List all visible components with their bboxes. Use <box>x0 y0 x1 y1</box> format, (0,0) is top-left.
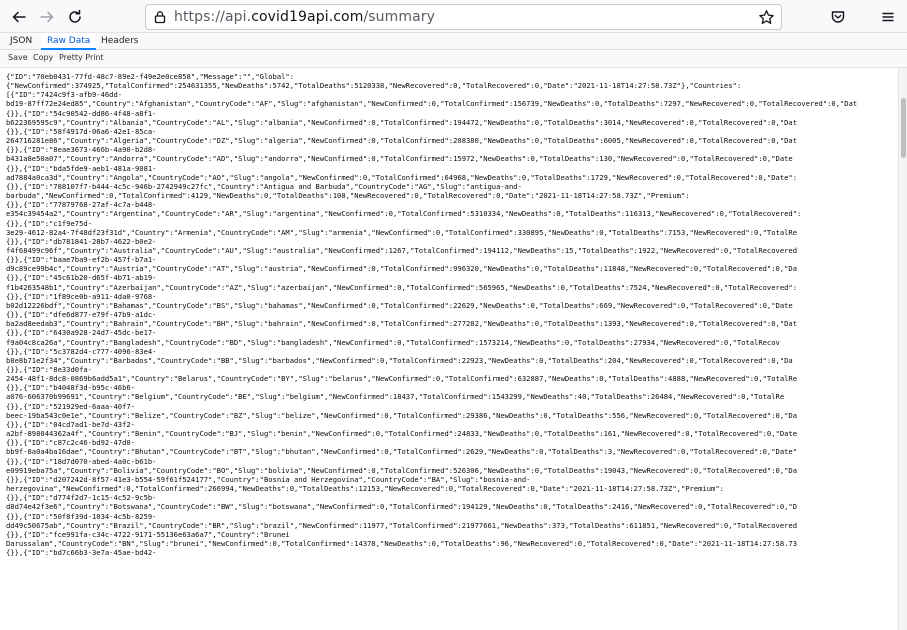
raw-line: f1b4263548b1","Country":"Azerbaijan","Co… <box>6 282 798 292</box>
hamburger-menu-icon <box>882 12 894 22</box>
raw-line: a076-606370b99691","Country":"Belgium","… <box>6 392 785 402</box>
raw-line: {}},{"ID":"8eae3673-466b-4a90-b2d8- <box>6 145 157 155</box>
raw-line: {}},{"ID":"54c90542-dd86-4f48-a8f1- <box>6 108 157 118</box>
raw-line: 3e29-4612-82a4-7f48df23f31d","Country":"… <box>6 227 798 237</box>
url-prefix: https://api. <box>174 9 252 25</box>
copy-button[interactable]: Copy <box>33 52 53 64</box>
raw-line: a2bf-898044362a4f","Country":"Benin","Co… <box>6 429 798 439</box>
raw-line: {}},{"ID":"18d7d070-abed-4a0c-b61b- <box>6 456 157 466</box>
raw-line: b431a8e50a07","Country":"Andorra","Count… <box>6 154 793 164</box>
raw-line: {}},{"ID":"c87c2c46-bd92-47d0- <box>6 438 135 448</box>
browser-toolbar: https://api.covid19api.com/summary <box>0 0 907 33</box>
raw-line: {}},{"ID":"c1f9e75d- <box>6 218 92 228</box>
raw-line: {}},{"ID":"d207242d-8f57-41e3-b554-59f61… <box>6 474 531 484</box>
raw-line: f9a04c8ca26a","Country":"Bangladesh","Co… <box>6 337 780 347</box>
raw-data-toolbar: Save Copy Pretty Print <box>0 50 907 68</box>
reload-button[interactable] <box>63 5 87 29</box>
arrow-right-icon <box>40 11 54 23</box>
raw-line: {}},{"ID":"58f4917d-06a6-42e1-85ca- <box>6 126 157 136</box>
tab-headers[interactable]: Headers <box>95 33 144 50</box>
raw-line: barbuda","NewConfirmed":0,"TotalConfirme… <box>6 191 690 201</box>
raw-line: f4f68499c96f","Country":"Australia","Cou… <box>6 245 798 255</box>
raw-line: {}},{"ID":"521929ed-6aaa-40f7- <box>6 401 135 411</box>
raw-line: {}},{"ID":"baae7ba9-ef2b-457f-b7a1- <box>6 255 157 265</box>
raw-line: {}},{"ID":"dfe6d877-e79f-47b9-a1dc- <box>6 310 157 320</box>
raw-line: {"NewConfirmed":374925,"TotalConfirmed":… <box>6 81 742 91</box>
raw-line: beec-19ba543c0e1e","Country":"Belize","C… <box>6 410 798 420</box>
raw-line: d8d74e42f3e6","Country":"Botswana","Coun… <box>6 502 798 512</box>
raw-line: {}},{"ID":"bd7c66b3-3e7a-45ae-bd42- <box>6 548 157 558</box>
raw-line: b8e8b71e2f34","Country":"Barbados","Coun… <box>6 355 793 365</box>
raw-line: {}},{"ID":"8e33d0fa- <box>6 365 92 374</box>
raw-line: {}},{"ID":"1f89ce0b-a911-4da0-9768- <box>6 291 157 301</box>
raw-line: {}},{"ID":"db781841-28b7-4622-b0e2- <box>6 236 157 246</box>
pretty-print-button[interactable]: Pretty Print <box>59 52 104 64</box>
arrow-left-icon <box>12 11 26 23</box>
raw-line: {}},{"ID":"6430a928-24d7-45dc-be17- <box>6 328 157 338</box>
url-domain: covid19api.com <box>251 9 364 25</box>
vertical-scrollbar[interactable] <box>898 68 907 630</box>
pocket-icon <box>831 11 845 23</box>
raw-line: d9c89ce99b4c","Country":"Austria","Count… <box>6 264 798 274</box>
raw-line: ad7884a0ca3d","Country":"Angola","Countr… <box>6 172 798 182</box>
url-text[interactable]: https://api.covid19api.com/summary <box>174 9 435 25</box>
raw-line: [{"ID":"7424c9f3-afb9-46dd- <box>6 90 123 100</box>
app-menu-button[interactable] <box>876 5 900 29</box>
raw-json-text[interactable]: {"ID":"70eb0431-77fd-48c7-89e2-f49e2e0ce… <box>6 72 898 557</box>
raw-line: {}},{"ID":"b4048f3d-b95c-46b6- <box>6 383 135 393</box>
raw-line: {}},{"ID":"50f8f39d-1034-4c5b-8259- <box>6 511 157 521</box>
save-button[interactable]: Save <box>8 52 28 64</box>
raw-line: {}},{"ID":"d774f2d7-1c15-4c52-9c5b- <box>6 493 157 503</box>
reload-icon <box>69 9 81 23</box>
raw-line: e354c39454a2","Country":"Argentina","Cou… <box>6 209 802 219</box>
raw-line: herzegovina","NewConfirmed":0,"TotalConf… <box>6 484 724 494</box>
raw-line: b02d12226bdf","Country":"Bahamas","Count… <box>6 300 793 310</box>
raw-line: {}},{"ID":"45c61b20-d65f-4b71-ab19- <box>6 273 157 283</box>
lock-icon[interactable] <box>153 10 167 24</box>
pocket-button[interactable] <box>826 5 850 29</box>
tab-json[interactable]: JSON <box>4 33 38 50</box>
raw-line: 264716281e86","Country":"Algeria","Count… <box>6 136 798 146</box>
tab-raw-data[interactable]: Raw Data <box>41 33 97 50</box>
star-icon[interactable] <box>758 9 775 26</box>
raw-line: ba2ad8eedab3","Country":"Bahrain","Count… <box>6 319 798 329</box>
url-bar[interactable]: https://api.covid19api.com/summary <box>145 4 782 30</box>
raw-line: bb9f-8a0a4ba16dae","Country":"Bhutan","C… <box>6 447 798 457</box>
raw-line: dd49c50675ab","Country":"Brazil","Countr… <box>6 520 798 530</box>
scrollbar-thumb[interactable] <box>901 98 906 158</box>
raw-line: b622369595c9","Country":"Albania","Count… <box>6 117 798 127</box>
raw-line: Darussalam","CountryCode":"BN","Slug":"b… <box>6 538 798 548</box>
raw-data-panel[interactable]: {"ID":"70eb0431-77fd-48c7-89e2-f49e2e0ce… <box>0 68 898 630</box>
raw-line: e09919eba75a","Country":"Bolivia","Count… <box>6 465 798 475</box>
raw-line: {"ID":"70eb0431-77fd-48c7-89e2-f49e2e0ce… <box>6 72 295 81</box>
raw-line: {}},{"ID":"77879768-27af-4c7a-b448- <box>6 200 157 210</box>
url-path: /summary <box>363 9 436 25</box>
raw-line: {}},{"ID":"788107f7-b444-4c5c-946b-27429… <box>6 181 522 191</box>
forward-button[interactable] <box>35 5 59 29</box>
back-button[interactable] <box>7 5 31 29</box>
raw-line: bd19-87ff72e24ed85","Country":"Afghanist… <box>6 99 858 109</box>
raw-line: {}},{"ID":"04cd7ad1-be7d-43f2- <box>6 419 135 429</box>
raw-line: {}},{"ID":"bda5fde9-aeb1-481a-9081- <box>6 163 157 173</box>
raw-line: 2454-48f1-8dc8-0869b6add5a1","Country":"… <box>6 374 798 384</box>
json-viewer-tabs: JSON Raw Data Headers <box>0 33 907 50</box>
raw-line: {}},{"ID":"fce991fa-c34c-4722-9171-55136… <box>6 529 290 539</box>
raw-line: {}},{"ID":"5c3782d4-c777-4096-83e4- <box>6 346 157 356</box>
